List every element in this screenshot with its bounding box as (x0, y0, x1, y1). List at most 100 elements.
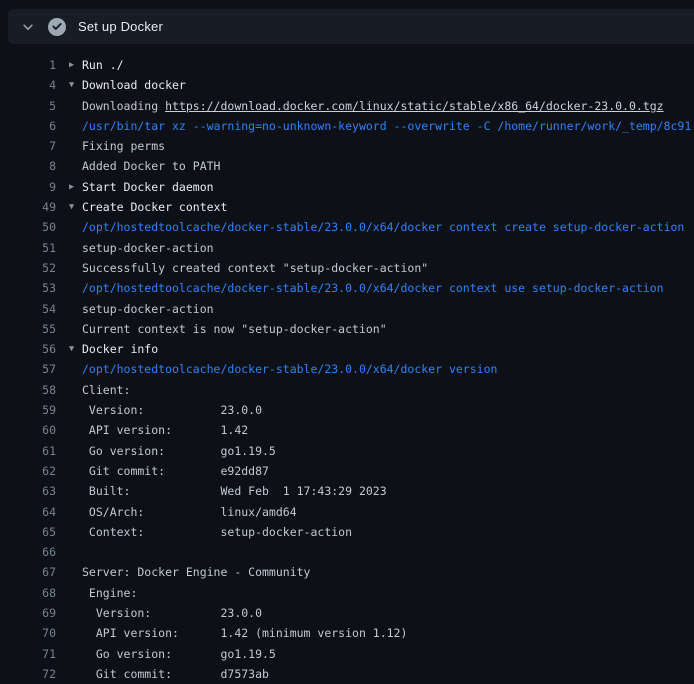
line-number[interactable]: 70 (0, 623, 56, 643)
log-text-segment: Added Docker to PATH (82, 159, 220, 173)
line-number[interactable]: 60 (0, 420, 56, 440)
log-text-segment: OS/Arch: linux/amd64 (82, 505, 297, 519)
line-number[interactable]: 68 (0, 583, 56, 603)
log-text: Version: 23.0.0 (82, 603, 694, 623)
line-number[interactable]: 54 (0, 299, 56, 319)
log-text: setup-docker-action (82, 299, 694, 319)
log-text: Fixing perms (82, 136, 694, 156)
log-line: 51 setup-docker-action (0, 238, 694, 258)
line-number[interactable]: 5 (0, 96, 56, 116)
line-gutter (56, 278, 82, 298)
line-number[interactable]: 64 (0, 502, 56, 522)
log-line: 53/opt/hostedtoolcache/docker-stable/23.… (0, 278, 694, 298)
line-number[interactable]: 51 (0, 238, 56, 258)
log-text: OS/Arch: linux/amd64 (82, 502, 694, 522)
step-title: Set up Docker (78, 19, 163, 34)
line-number[interactable]: 63 (0, 481, 56, 501)
log-text-segment: setup-docker-action (82, 302, 214, 316)
line-number[interactable]: 53 (0, 278, 56, 298)
line-number[interactable]: 61 (0, 441, 56, 461)
log-group-title[interactable]: Download docker (82, 78, 186, 92)
line-gutter (56, 623, 82, 643)
line-number[interactable]: 52 (0, 258, 56, 278)
log-text-segment: Context: setup-docker-action (82, 525, 352, 539)
log-text: Start Docker daemon (82, 177, 694, 197)
log-text: Server: Docker Engine - Community (82, 562, 694, 582)
log-line: 68 Engine: (0, 583, 694, 603)
log-text-segment: API version: 1.42 (82, 423, 248, 437)
line-gutter (56, 664, 82, 684)
collapse-arrow-icon[interactable]: ▼ (56, 339, 82, 359)
line-gutter (56, 542, 82, 562)
log-line: 1▶Run ./ (0, 55, 694, 75)
log-text: Go version: go1.19.5 (82, 644, 694, 664)
log-line: 67 Server: Docker Engine - Community (0, 562, 694, 582)
log-text: API version: 1.42 (82, 420, 694, 440)
log-text: Client: (82, 380, 694, 400)
log-line: 8 Added Docker to PATH (0, 156, 694, 176)
log-text: Version: 23.0.0 (82, 400, 694, 420)
line-number[interactable]: 71 (0, 644, 56, 664)
step-header[interactable]: Set up Docker (8, 9, 694, 44)
line-number[interactable]: 62 (0, 461, 56, 481)
log-text: setup-docker-action (82, 238, 694, 258)
log-group-title[interactable]: Run ./ (82, 58, 124, 72)
log-line: 57/opt/hostedtoolcache/docker-stable/23.… (0, 359, 694, 379)
line-number[interactable]: 58 (0, 380, 56, 400)
log-line: 69 Version: 23.0.0 (0, 603, 694, 623)
line-number[interactable]: 9 (0, 177, 56, 197)
line-gutter (56, 400, 82, 420)
log-line: 55 Current context is now "setup-docker-a… (0, 319, 694, 339)
line-number[interactable]: 55 (0, 319, 56, 339)
log-text: Run ./ (82, 55, 694, 75)
log-line: 64 OS/Arch: linux/amd64 (0, 502, 694, 522)
log-command-text: /opt/hostedtoolcache/docker-stable/23.0.… (82, 362, 497, 376)
collapse-arrow-icon[interactable]: ▼ (56, 75, 82, 95)
collapse-arrow-icon[interactable]: ▼ (56, 197, 82, 217)
line-gutter (56, 481, 82, 501)
log-line: 58 Client: (0, 380, 694, 400)
line-gutter (56, 319, 82, 339)
log-line: 50/opt/hostedtoolcache/docker-stable/23.… (0, 217, 694, 237)
log-command-text: /opt/hostedtoolcache/docker-stable/23.0.… (82, 220, 684, 234)
log-text-segment: Current context is now "setup-docker-act… (82, 322, 387, 336)
line-number[interactable]: 49 (0, 197, 56, 217)
line-gutter (56, 502, 82, 522)
line-number[interactable]: 66 (0, 542, 56, 562)
log-text-segment: Engine: (82, 586, 137, 600)
log-group-title[interactable]: Start Docker daemon (82, 180, 214, 194)
log-link[interactable]: https://download.docker.com/linux/static… (165, 99, 664, 113)
log-line: 54 setup-docker-action (0, 299, 694, 319)
log-text (82, 542, 694, 562)
line-number[interactable]: 8 (0, 156, 56, 176)
expand-arrow-icon[interactable]: ▶ (56, 55, 82, 75)
line-number[interactable]: 7 (0, 136, 56, 156)
log-lines: 1▶Run ./4▼Download docker5Downloading ht… (0, 55, 694, 684)
line-number[interactable]: 1 (0, 55, 56, 75)
line-number[interactable]: 4 (0, 75, 56, 95)
line-gutter (56, 522, 82, 542)
line-gutter (56, 583, 82, 603)
expand-arrow-icon[interactable]: ▶ (56, 177, 82, 197)
log-group-title[interactable]: Create Docker context (82, 200, 227, 214)
line-number[interactable]: 6 (0, 116, 56, 136)
line-number[interactable]: 67 (0, 562, 56, 582)
line-gutter (56, 156, 82, 176)
line-number[interactable]: 69 (0, 603, 56, 623)
line-number[interactable]: 57 (0, 359, 56, 379)
line-number[interactable]: 50 (0, 217, 56, 237)
line-number[interactable]: 65 (0, 522, 56, 542)
log-text: Download docker (82, 75, 694, 95)
log-group-title[interactable]: Docker info (82, 342, 158, 356)
line-gutter (56, 359, 82, 379)
log-text-segment: Git commit: d7573ab (82, 667, 269, 681)
line-number[interactable]: 56 (0, 339, 56, 359)
log-text: /opt/hostedtoolcache/docker-stable/23.0.… (82, 359, 694, 379)
log-text-segment: setup-docker-action (82, 241, 214, 255)
line-gutter (56, 562, 82, 582)
chevron-down-icon[interactable] (21, 20, 35, 34)
log-text-segment: Version: 23.0.0 (82, 403, 262, 417)
line-number[interactable]: 59 (0, 400, 56, 420)
log-line: 60 API version: 1.42 (0, 420, 694, 440)
line-number[interactable]: 72 (0, 664, 56, 684)
